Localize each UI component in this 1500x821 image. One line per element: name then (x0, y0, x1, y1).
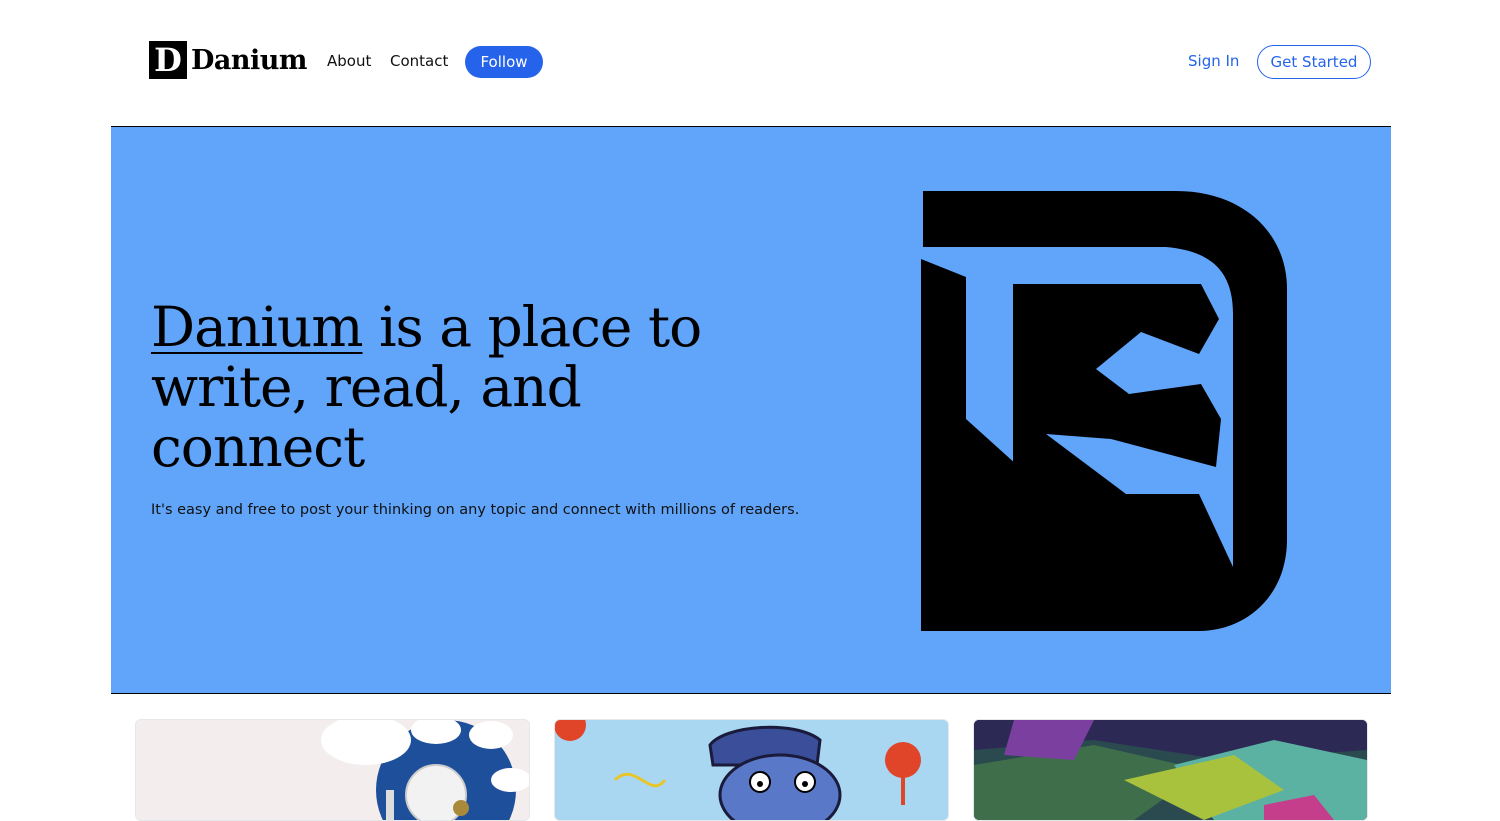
site-logo[interactable]: D Danium (149, 41, 308, 79)
sign-in-link[interactable]: Sign In (1188, 52, 1239, 70)
logo-text: Danium (191, 44, 308, 76)
card-image-1[interactable] (135, 719, 530, 821)
hero-title-brand: Danium (151, 295, 363, 359)
hero-subtitle: It's easy and free to post your thinking… (151, 502, 800, 518)
white-abstract-sculpture-image (136, 720, 529, 820)
nav-contact-link[interactable]: Contact (390, 52, 448, 70)
hero-title: Danium is a place to write, read, and co… (151, 297, 751, 477)
get-started-button[interactable]: Get Started (1257, 45, 1371, 79)
colorful-abstract-painting-image (974, 720, 1367, 820)
site-header: D Danium About Contact Follow Sign In Ge… (0, 0, 1500, 126)
logo-mark: D (149, 41, 187, 79)
follow-button[interactable]: Follow (465, 46, 543, 78)
blue-graffiti-face-image (555, 720, 948, 820)
danium-logo-art-icon (921, 191, 1287, 631)
hero-banner: Danium is a place to write, read, and co… (111, 126, 1391, 694)
nav-about-link[interactable]: About (327, 52, 371, 70)
card-image-2[interactable] (554, 719, 949, 821)
card-image-3[interactable] (973, 719, 1368, 821)
